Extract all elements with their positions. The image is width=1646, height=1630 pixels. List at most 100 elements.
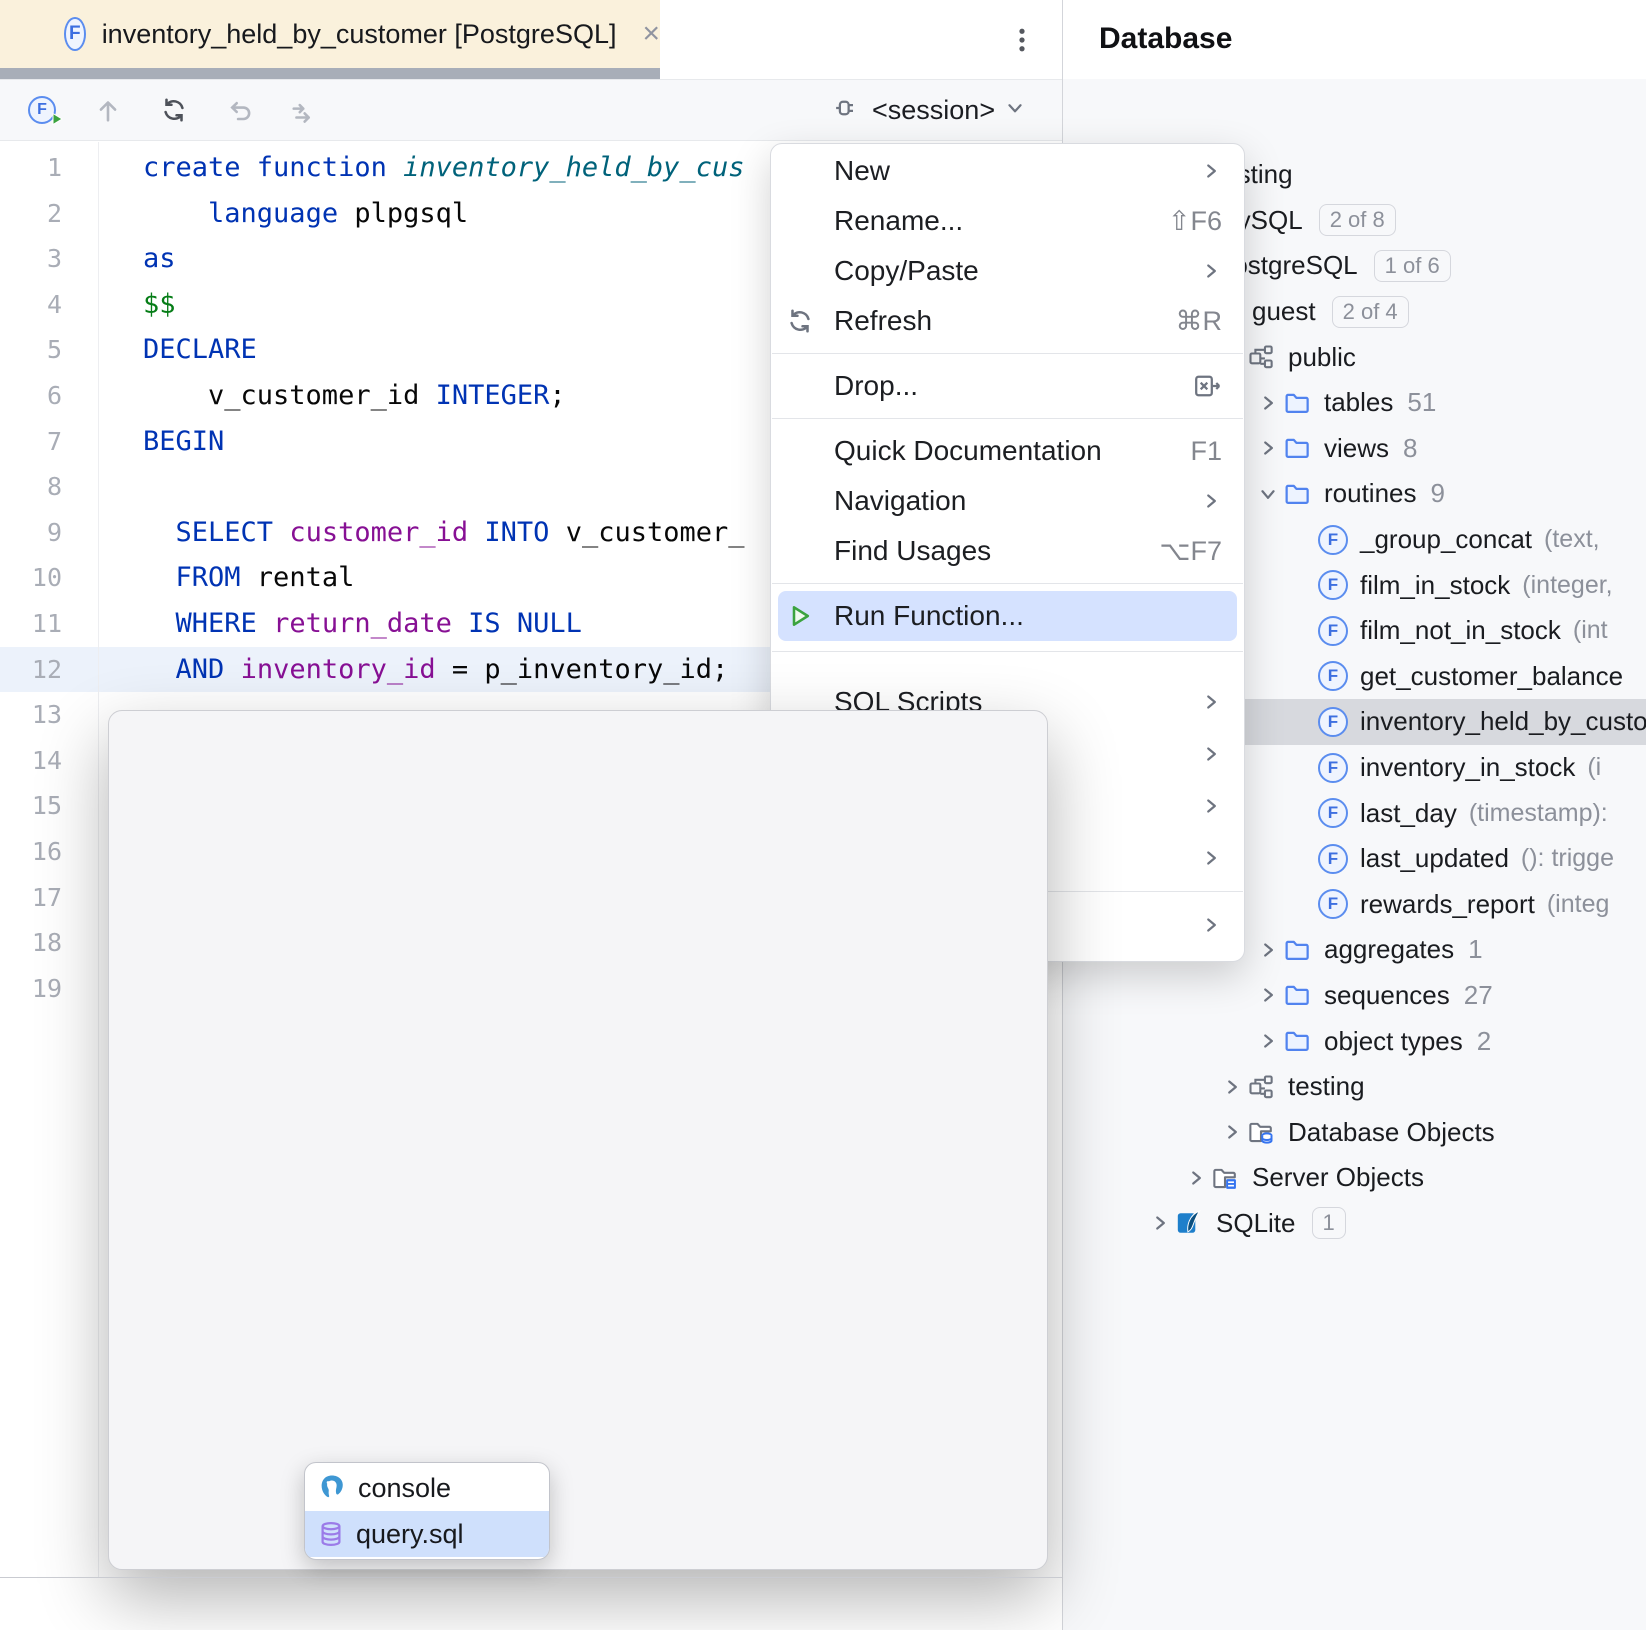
chevron-collapsed-icon[interactable] [1256, 437, 1280, 459]
tab-options-kebab-icon[interactable] [1005, 18, 1039, 62]
tree-item-label: SQLite [1216, 1208, 1296, 1239]
execute-function-button[interactable]: F [24, 92, 60, 128]
editor-bottom-divider [0, 1577, 1062, 1578]
jump-icon [291, 95, 321, 125]
line-number: 13 [0, 692, 62, 738]
menu-item-refresh[interactable]: Refresh ⌘R [771, 296, 1244, 346]
chevron-collapsed-icon[interactable] [1184, 1167, 1208, 1189]
line-number: 1 [0, 145, 62, 191]
scope-badge: 1 of 6 [1374, 250, 1451, 282]
menu-item-navigation[interactable]: Navigation [771, 476, 1244, 526]
tree-item-label: tables [1324, 387, 1393, 418]
tree-item-label: object types [1324, 1026, 1463, 1057]
tree-item-database-objects[interactable]: Database Objects [1063, 1109, 1646, 1155]
dropdown-item-label: console [358, 1473, 451, 1504]
gutter [62, 464, 98, 510]
tree-item-label: sequences [1324, 980, 1450, 1011]
dropdown-item-console[interactable]: console [305, 1465, 549, 1511]
chevron-collapsed-icon[interactable] [1220, 1076, 1244, 1098]
run-icon [783, 601, 817, 631]
undo-icon [225, 95, 255, 125]
jump-button[interactable] [288, 92, 324, 128]
menu-item-label: Drop... [834, 370, 918, 402]
menu-item-find-usages[interactable]: Find Usages ⌥F7 [771, 526, 1244, 576]
code-text: DECLARE [98, 327, 257, 373]
gutter [62, 327, 98, 373]
menu-separator [772, 418, 1243, 419]
line-number: 10 [0, 555, 62, 601]
schema-icon [1247, 343, 1275, 371]
tree-item-label: aggregates [1324, 934, 1454, 965]
editor-tab-bar: F inventory_held_by_customer [PostgreSQL… [0, 0, 1062, 79]
menu-item-rename[interactable]: Rename... ⇧F6 [771, 196, 1244, 246]
gutter [62, 966, 98, 1012]
menu-item-label: Rename... [834, 205, 963, 237]
code-text: as [98, 236, 176, 282]
refresh-icon [159, 95, 189, 125]
line-number: 8 [0, 464, 62, 510]
menu-item-run-function[interactable]: Run Function... [778, 591, 1237, 641]
tree-item-label: _group_concat [1360, 524, 1532, 555]
drop-icon [1192, 371, 1222, 401]
chevron-expanded-icon[interactable] [1256, 483, 1280, 505]
tree-item-label: Database Objects [1288, 1117, 1495, 1148]
gutter [62, 783, 98, 829]
menu-shortcut: ⇧F6 [1168, 206, 1222, 237]
folder-server-icon [1211, 1164, 1239, 1192]
tree-item-sqlite[interactable]: SQLite1 [1063, 1201, 1646, 1247]
item-count: 1 [1468, 934, 1482, 965]
chevron-collapsed-icon[interactable] [1256, 939, 1280, 961]
menu-item-drop[interactable]: Drop... [771, 361, 1244, 411]
routine-signature: (int [1573, 616, 1608, 645]
item-count: 2 [1477, 1026, 1491, 1057]
line-number: 15 [0, 783, 62, 829]
menu-item-label: Refresh [834, 305, 932, 337]
chevron-collapsed-icon[interactable] [1256, 984, 1280, 1006]
tree-item-testing[interactable]: testing [1063, 1064, 1646, 1110]
refresh-button[interactable] [156, 92, 192, 128]
tree-item-label: public [1288, 342, 1356, 373]
tree-item-label: inventory_in_stock [1360, 752, 1575, 783]
upload-button[interactable] [90, 92, 126, 128]
folder-icon [1283, 1027, 1311, 1055]
line-number: 11 [0, 601, 62, 647]
menu-item-label: Find Usages [834, 535, 991, 567]
menu-shortcut: ⌥F7 [1159, 536, 1222, 567]
tree-item-label: views [1324, 433, 1389, 464]
tree-item-sequences[interactable]: sequences 27 [1063, 973, 1646, 1019]
tree-item-object-types[interactable]: object types 2 [1063, 1018, 1646, 1064]
submenu-chevron-icon [1200, 691, 1222, 713]
chevron-collapsed-icon[interactable] [1256, 1030, 1280, 1052]
chevron-collapsed-icon[interactable] [1256, 392, 1280, 414]
function-icon: F [1318, 570, 1348, 600]
line-number: 12 [0, 647, 62, 693]
menu-item-quick-documentation[interactable]: Quick DocumentationF1 [771, 426, 1244, 476]
tab-title: inventory_held_by_customer [PostgreSQL] [102, 19, 617, 50]
session-selector[interactable]: <session> [833, 80, 1026, 140]
menu-shortcut: ⌘R [1176, 306, 1223, 337]
menu-item-new[interactable]: New [771, 146, 1244, 196]
chevron-collapsed-icon[interactable] [1220, 1121, 1244, 1143]
function-icon: F [1318, 844, 1348, 874]
close-icon[interactable]: × [642, 19, 660, 49]
function-icon: F [1318, 525, 1348, 555]
undo-button[interactable] [222, 92, 258, 128]
chevron-collapsed-icon[interactable] [1148, 1212, 1172, 1234]
gutter [62, 555, 98, 601]
tree-item-label: Server Objects [1252, 1162, 1424, 1193]
item-count: 27 [1464, 980, 1493, 1011]
routine-signature: (i [1587, 753, 1601, 782]
routine-signature: (): trigge [1521, 844, 1614, 873]
gutter [62, 647, 98, 693]
menu-item-label: Navigation [834, 485, 966, 517]
menu-item-copy-paste[interactable]: Copy/Paste [771, 246, 1244, 296]
line-number: 16 [0, 829, 62, 875]
sqlite-icon [1175, 1209, 1203, 1237]
schema-icon [1247, 1073, 1275, 1101]
dropdown-item-query-sql[interactable]: query.sql [305, 1511, 549, 1557]
folder-icon [1283, 480, 1311, 508]
editor-tab[interactable]: F inventory_held_by_customer [PostgreSQL… [0, 0, 660, 68]
code-text [98, 464, 143, 510]
menu-separator [772, 651, 1243, 652]
tree-item-server-objects[interactable]: Server Objects [1063, 1155, 1646, 1201]
